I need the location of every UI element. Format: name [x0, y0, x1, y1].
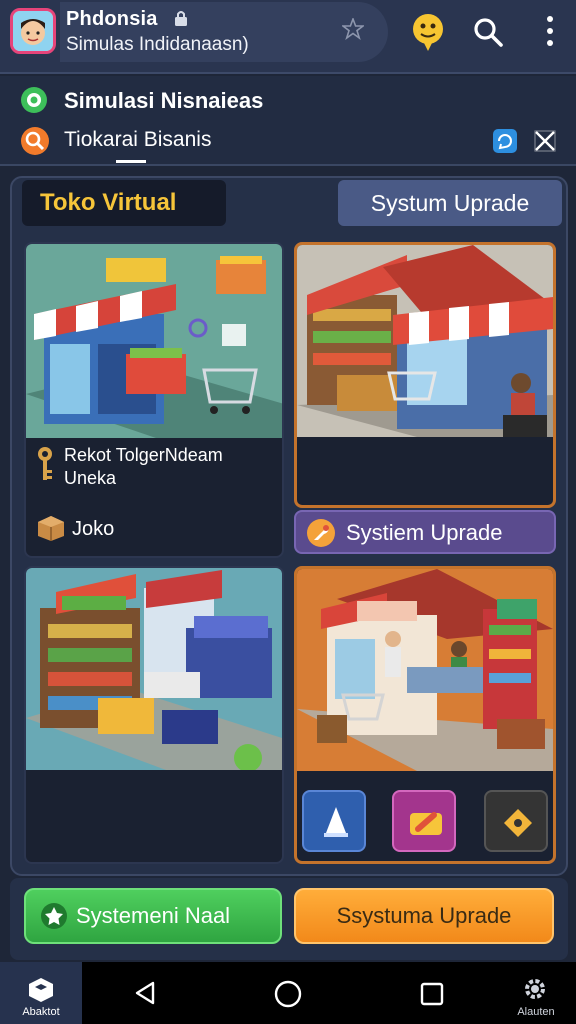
nav-home-tab[interactable]: Abaktot	[0, 962, 82, 1024]
chat-icon[interactable]	[492, 128, 518, 154]
system-normal-label: Systemeni Naal	[76, 903, 231, 928]
system-upgrade-button[interactable]: Systiem Uprade	[294, 510, 556, 554]
simulation-icon	[21, 87, 47, 113]
app-avatar-icon[interactable]	[10, 8, 56, 54]
simulation-title: Simulasi Nisnaieas	[64, 88, 264, 113]
store-card-1[interactable]: Rekot TolgerNdeam Uneka Joko	[24, 242, 284, 558]
app-subtitle: Simulas Indidanaasn)	[66, 34, 249, 55]
star-icon[interactable]	[342, 18, 364, 40]
system-navbar: Abaktot Alauten	[0, 962, 576, 1024]
system-upgrade-label: Systiem Uprade	[346, 520, 503, 545]
pin-icon	[324, 807, 348, 837]
badge-icon	[41, 903, 67, 929]
system-upgrade-main-button[interactable]: Ssystuma Uprade	[294, 888, 554, 944]
mini-action-button-3[interactable]	[484, 790, 548, 852]
home-circle-icon[interactable]	[274, 980, 302, 1008]
more-options-icon[interactable]	[540, 14, 560, 48]
app-bar: Phdonsia Simulas Indidanaasn)	[0, 0, 576, 74]
system-upgrade-main-label: Ssystuma Uprade	[336, 903, 512, 928]
store-illustration-3	[26, 568, 282, 770]
lock-icon	[175, 11, 187, 26]
puzzle-icon	[504, 809, 532, 837]
store-illustration-1	[26, 244, 282, 438]
store-card-3[interactable]	[24, 566, 284, 864]
emoji-hint-icon[interactable]	[410, 12, 446, 52]
back-icon[interactable]	[132, 980, 158, 1006]
upgrade-wrench-icon	[307, 519, 335, 547]
close-icon[interactable]	[532, 128, 558, 154]
sub-header: Simulasi Nisnaieas Tiokarai Bisanis	[0, 76, 576, 166]
nav-settings-label: Alauten	[517, 1006, 555, 1018]
key-icon	[38, 447, 52, 480]
search-icon[interactable]	[472, 16, 504, 48]
store-description: Rekot TolgerNdeam Uneka	[64, 445, 223, 488]
business-search-icon	[21, 127, 49, 155]
nav-home-label: Abaktot	[22, 1006, 60, 1018]
business-tab-label[interactable]: Tiokarai Bisanis	[64, 128, 211, 152]
recents-icon[interactable]	[420, 982, 444, 1006]
store-illustration-2	[297, 245, 553, 437]
tab-system-upgrade[interactable]: Systum Uprade	[338, 180, 562, 226]
mini-action-button-2[interactable]	[392, 790, 456, 852]
gear-icon	[525, 979, 545, 999]
store-owner-name: Joko	[72, 518, 115, 540]
store-illustration-4	[297, 569, 553, 771]
mini-action-button-1[interactable]	[302, 790, 366, 852]
hammer-icon	[410, 812, 442, 835]
tab-toko-virtual[interactable]: Toko Virtual	[22, 180, 226, 226]
box-icon	[38, 516, 64, 541]
tab-active-indicator	[116, 160, 146, 163]
store-card-2[interactable]	[294, 242, 556, 508]
cube-icon	[29, 978, 53, 1002]
system-normal-button[interactable]: Systemeni Naal	[24, 888, 282, 944]
app-title: Phdonsia	[66, 8, 158, 30]
